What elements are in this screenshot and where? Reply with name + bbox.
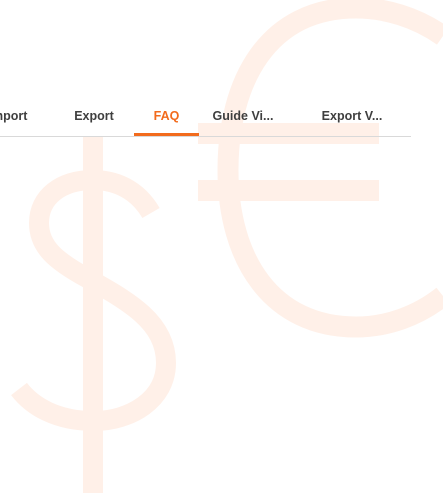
tab-import[interactable]: mport: [0, 96, 34, 136]
tab-export-video[interactable]: Export V...: [306, 96, 398, 136]
currency-background: [11, 0, 443, 493]
active-tab-indicator: [134, 133, 199, 136]
tabs-divider: [0, 136, 411, 137]
dollar-icon: [11, 136, 176, 493]
tab-guide-video[interactable]: Guide Vi...: [200, 96, 286, 136]
euro-icon: [198, 0, 443, 338]
tab-export[interactable]: Export: [68, 96, 120, 136]
faq-screen: mport Export FAQ Guide Vi... Export V...: [0, 0, 443, 496]
tab-faq[interactable]: FAQ: [134, 96, 199, 136]
tab-bar: mport Export FAQ Guide Vi... Export V...: [0, 96, 411, 136]
